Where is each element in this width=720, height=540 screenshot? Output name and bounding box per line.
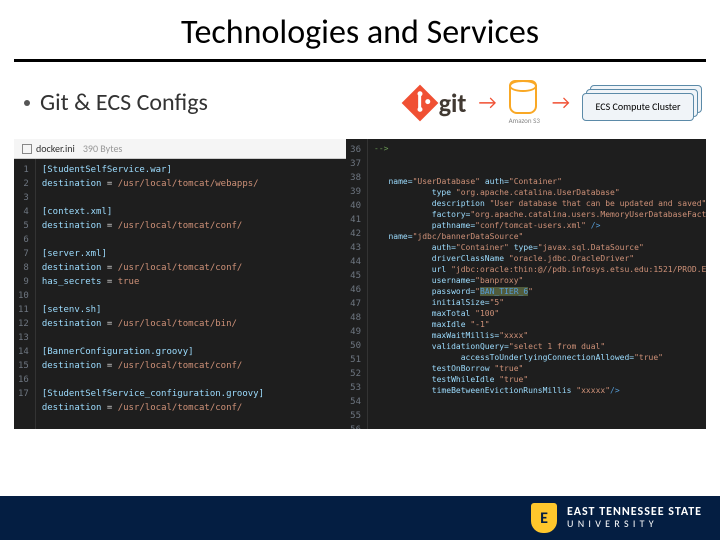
right-editor: 3637383940414243444546474849505152535455…: [346, 139, 706, 429]
university-name: EAST TENNESSEE STATE U N I V E R S I T Y: [567, 507, 702, 529]
shield-icon: E: [531, 503, 557, 533]
git-icon: [401, 84, 438, 121]
slide-title: Technologies and Services: [0, 0, 720, 59]
s3-icon: [509, 80, 537, 114]
bullet-item: Git & ECS Configs: [18, 88, 208, 117]
upper-row: Git & ECS Configs git → Amazon S3 → ECS …: [0, 62, 720, 135]
git-logo: git: [407, 87, 467, 119]
left-editor: docker.ini 390 Bytes 1234567891011121314…: [14, 139, 346, 429]
s3-group: Amazon S3: [509, 80, 540, 125]
code-area: docker.ini 390 Bytes 1234567891011121314…: [14, 139, 706, 429]
file-icon: [22, 144, 32, 154]
git-text: git: [439, 87, 467, 119]
arrow-icon: →: [478, 91, 496, 115]
line-gutter: 3637383940414243444546474849505152535455…: [346, 139, 368, 429]
logo-row: git → Amazon S3 → ECS Compute Cluster: [407, 80, 702, 125]
file-tab: docker.ini 390 Bytes: [14, 139, 346, 159]
cluster-label: ECS Compute Cluster: [582, 93, 694, 121]
cluster-box-group: ECS Compute Cluster: [582, 85, 702, 121]
arrow-icon: →: [552, 91, 570, 115]
file-name: docker.ini: [36, 142, 75, 155]
code-content: [StudentSelfService.war] destination = /…: [36, 159, 270, 429]
code-content: --> name="UserDatabase" auth="Container"…: [368, 139, 706, 429]
footer: E EAST TENNESSEE STATE U N I V E R S I T…: [0, 496, 720, 540]
s3-label: Amazon S3: [509, 116, 540, 125]
line-gutter: 1234567891011121314151617: [14, 159, 36, 429]
file-size: 390 Bytes: [83, 142, 123, 155]
